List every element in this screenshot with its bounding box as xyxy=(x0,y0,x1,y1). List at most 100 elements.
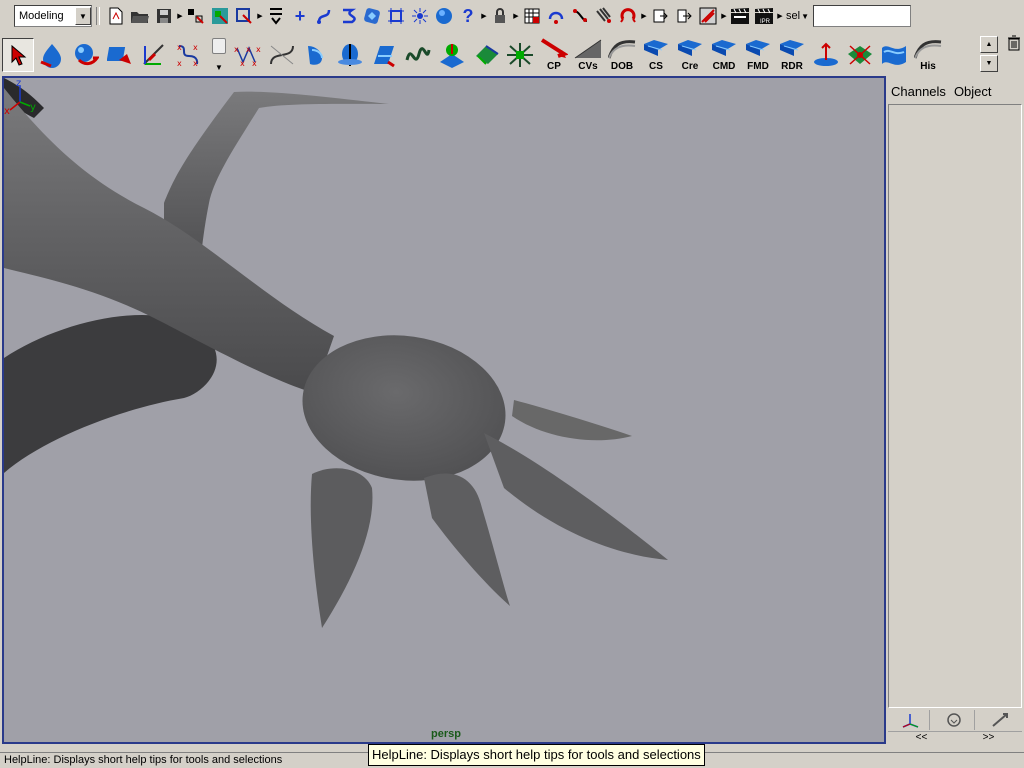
shelf-scroller: ▲ ▼ xyxy=(980,36,1000,72)
select-component-icon[interactable] xyxy=(233,5,255,27)
select-object-icon[interactable] xyxy=(209,5,231,27)
ep-curve-tool-button[interactable] xyxy=(266,38,298,72)
trim-tool-button[interactable] xyxy=(504,38,536,72)
object-menu[interactable]: Object xyxy=(954,84,992,99)
chevron-down-icon[interactable]: ▼ xyxy=(801,12,809,21)
snap-view-plane-icon[interactable] xyxy=(361,5,383,27)
lasso-tool-button[interactable] xyxy=(36,38,68,72)
shelf-button-cs[interactable]: CS xyxy=(640,38,672,72)
query-icon[interactable]: ? xyxy=(457,5,479,27)
channel-box-layout-icon[interactable] xyxy=(890,710,931,730)
ik-handle-button[interactable] xyxy=(810,38,842,72)
shelf-button-his[interactable]: His xyxy=(912,38,944,72)
ipr-clapperboard-icon[interactable]: IPR xyxy=(753,5,775,27)
shelf-button-cre[interactable]: Cre xyxy=(674,38,706,72)
magnet-icon[interactable] xyxy=(569,5,591,27)
channel-box-header: Channels Object xyxy=(888,78,1024,104)
tool-shelf: xxxx ▼ xxxxx CP CVs DOB CS Cre CMD FMD R… xyxy=(0,34,1024,76)
shelf-tab-switcher[interactable]: ▼ xyxy=(210,38,228,72)
channel-box-scroll-left[interactable]: << xyxy=(916,732,928,744)
clapperboard-icon[interactable] xyxy=(729,5,751,27)
svg-text:x: x xyxy=(177,43,182,52)
select-tool-button[interactable] xyxy=(2,38,34,72)
toolbar-collapse-arrow[interactable]: ▶ xyxy=(480,4,488,28)
svg-text:x: x xyxy=(252,59,257,68)
mode-selector-value: Modeling xyxy=(19,10,64,22)
toolbar-collapse-arrow[interactable]: ▶ xyxy=(776,4,784,28)
open-scene-icon[interactable] xyxy=(129,5,151,27)
shelf-scroll-up-button[interactable]: ▲ xyxy=(980,36,998,53)
svg-text:x: x xyxy=(234,45,239,54)
shelf-button-rdr[interactable]: RDR xyxy=(776,38,808,72)
select-hierarchy-icon[interactable] xyxy=(185,5,207,27)
loft-button[interactable] xyxy=(334,38,366,72)
boundary-button[interactable] xyxy=(470,38,502,72)
help-tooltip: HelpLine: Displays short help tips for t… xyxy=(368,744,705,766)
quick-select-input[interactable] xyxy=(812,5,911,27)
tool-settings-icon[interactable] xyxy=(980,710,1020,730)
toolbar-collapse-arrow[interactable]: ▶ xyxy=(720,4,728,28)
snap-point-icon[interactable] xyxy=(337,5,359,27)
rotate-tool-button[interactable] xyxy=(104,38,136,72)
shelf-tab-box[interactable] xyxy=(212,38,226,54)
edit-ops-icon[interactable] xyxy=(649,5,671,27)
construction-history-icon[interactable] xyxy=(673,5,695,27)
toolbar-collapse-arrow[interactable]: ▶ xyxy=(176,4,184,28)
shelf-button-dob[interactable]: DOB xyxy=(606,38,638,72)
shelf-button-fmd[interactable]: FMD xyxy=(742,38,774,72)
cv-curve-tool-button[interactable]: xxxxx xyxy=(232,38,264,72)
scale-tool-button[interactable] xyxy=(138,38,170,72)
snap-curve-icon[interactable] xyxy=(313,5,335,27)
make-live-icon[interactable] xyxy=(409,5,431,27)
attribute-editor-icon[interactable] xyxy=(935,710,975,730)
shelf-button-label: CVs xyxy=(578,61,598,72)
toolbar-collapse-arrow[interactable]: ▶ xyxy=(256,4,264,28)
selection-mode-label[interactable]: sel xyxy=(786,10,800,22)
output-ops-icon[interactable] xyxy=(593,5,615,27)
axis-y-label: y xyxy=(30,102,36,113)
lock-icon[interactable] xyxy=(489,5,511,27)
channel-box-scroll-right[interactable]: >> xyxy=(983,732,995,744)
snap-live-icon[interactable] xyxy=(385,5,407,27)
wave-deformer-button[interactable] xyxy=(878,38,910,72)
new-scene-icon[interactable] xyxy=(105,5,127,27)
trash-icon[interactable] xyxy=(1006,34,1022,52)
save-scene-icon[interactable] xyxy=(153,5,175,27)
shelf-button-cvs[interactable]: CVs xyxy=(572,38,604,72)
move-tool-button[interactable] xyxy=(70,38,102,72)
sphere-icon[interactable] xyxy=(433,5,455,27)
toolbar-separator[interactable] xyxy=(95,4,101,28)
toolbar-collapse-arrow[interactable]: ▶ xyxy=(640,4,648,28)
toolbar-collapse-arrow[interactable]: ▶ xyxy=(512,4,520,28)
snap-menu-icon[interactable] xyxy=(265,5,287,27)
axis-x-label: x xyxy=(4,106,10,114)
svg-text:x: x xyxy=(193,43,198,52)
shelf-button-cp[interactable]: CP xyxy=(538,38,570,72)
shelf-button-label: CMD xyxy=(712,61,736,72)
shelf-button-cmd[interactable]: CMD xyxy=(708,38,740,72)
camera-name-label: persp xyxy=(431,728,461,740)
shelf-button-label: RDR xyxy=(781,61,803,72)
scene-model xyxy=(4,78,668,628)
svg-text:IPR: IPR xyxy=(760,19,771,25)
mode-selector[interactable]: Modeling ▼ xyxy=(14,5,92,27)
planar-button[interactable] xyxy=(368,38,400,72)
birail-button[interactable] xyxy=(436,38,468,72)
input-ops-icon[interactable] xyxy=(521,5,543,27)
snap-curve-icon[interactable] xyxy=(545,5,567,27)
lattice-button[interactable] xyxy=(844,38,876,72)
channels-menu[interactable]: Channels xyxy=(891,84,946,99)
channel-box-body[interactable] xyxy=(888,104,1022,708)
revolve-button[interactable] xyxy=(300,38,332,72)
shelf-scroll-down-button[interactable]: ▼ xyxy=(980,55,998,72)
perspective-viewport[interactable]: persp z x y xyxy=(2,76,886,744)
chevron-down-icon[interactable]: ▼ xyxy=(215,63,223,72)
chevron-down-icon[interactable]: ▼ xyxy=(75,7,91,25)
hypershade-icon[interactable] xyxy=(697,5,719,27)
svg-text:x: x xyxy=(246,45,251,54)
extrude-button[interactable] xyxy=(402,38,434,72)
render-icon[interactable] xyxy=(617,5,639,27)
svg-text:x: x xyxy=(256,45,261,54)
snap-grid-icon[interactable]: + xyxy=(289,5,311,27)
show-manipulator-button[interactable]: xxxx xyxy=(172,38,204,72)
